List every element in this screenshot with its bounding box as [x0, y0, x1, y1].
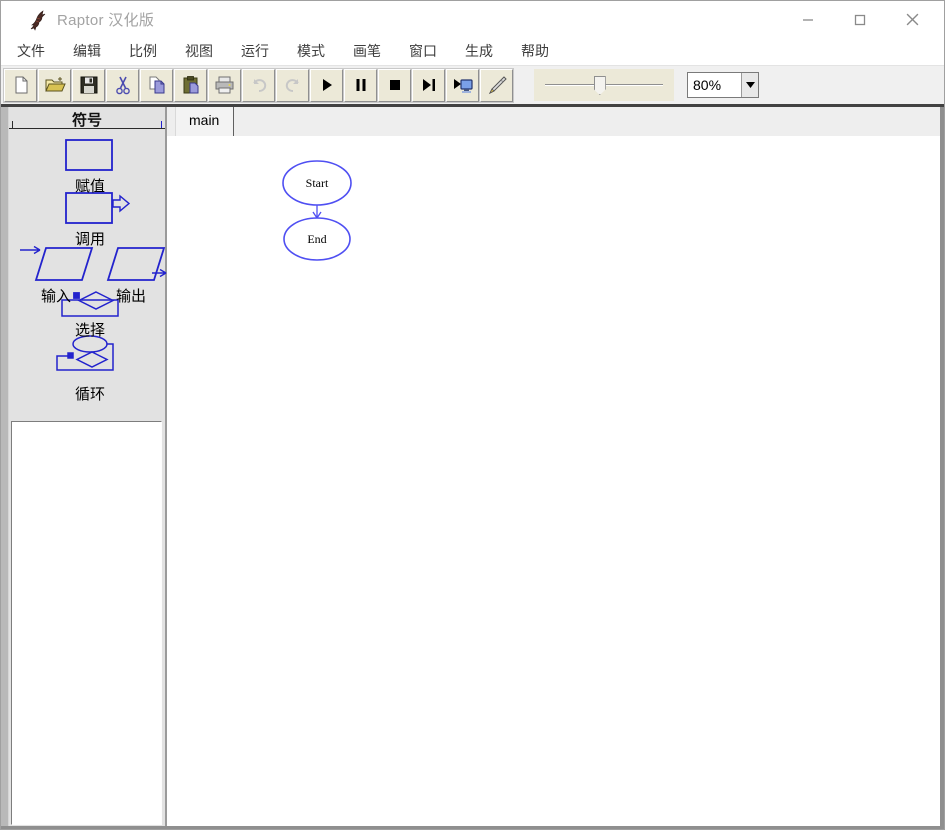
symbols-header-label: 符号 — [71, 112, 102, 129]
chevron-down-icon — [745, 82, 755, 88]
copy-button[interactable] — [139, 67, 174, 103]
step-icon — [422, 79, 435, 91]
menu-view[interactable]: 视图 — [171, 38, 227, 66]
copy-icon — [149, 76, 164, 94]
loop-symbol[interactable] — [56, 335, 114, 371]
undo-button[interactable] — [241, 67, 276, 103]
new-button[interactable] — [3, 67, 38, 103]
run-to-end-icon — [453, 79, 473, 93]
window-right-edge — [940, 107, 944, 829]
step-button[interactable] — [411, 67, 446, 103]
redo-button[interactable] — [275, 67, 310, 103]
input-arrow-icon — [20, 245, 41, 255]
toolbar-gap2 — [674, 85, 687, 86]
app-window: Raptor 汉化版 文件 编辑 比例 视图 运行 模式 画笔 窗口 生成 帮助 — [0, 0, 945, 830]
menu-mode[interactable]: 模式 — [283, 38, 339, 66]
pen-icon — [488, 76, 507, 95]
pen-button[interactable] — [479, 67, 514, 103]
window-controls — [782, 1, 938, 38]
flow-connector-arrow — [312, 205, 322, 219]
maximize-button[interactable] — [834, 1, 886, 38]
window-left-edge — [1, 107, 9, 829]
output-label: 输出 — [115, 288, 146, 305]
stop-icon — [389, 80, 400, 90]
paste-clipboard-icon — [183, 76, 198, 94]
symbols-sidebar: 符号 赋值 调用 输入 输出 选择 循环 — [9, 107, 167, 829]
stop-button[interactable] — [377, 67, 412, 103]
input-symbol[interactable] — [34, 247, 94, 281]
close-icon — [906, 13, 918, 26]
menu-file[interactable]: 文件 — [3, 38, 59, 66]
pause-icon — [356, 79, 365, 91]
zoom-slider[interactable] — [534, 69, 674, 101]
menu-bar: 文件 编辑 比例 视图 运行 模式 画笔 窗口 生成 帮助 — [1, 38, 944, 65]
open-button[interactable] — [37, 67, 72, 103]
paste-button[interactable] — [173, 67, 208, 103]
header-rule-tick-right — [161, 121, 162, 128]
window-title: Raptor 汉化版 — [57, 12, 155, 29]
call-symbol[interactable] — [65, 192, 113, 224]
zoom-combobox[interactable]: 80% — [687, 72, 759, 98]
minimize-button[interactable] — [782, 1, 834, 38]
menu-generate[interactable]: 生成 — [451, 38, 507, 66]
loop-label: 循环 — [74, 386, 105, 403]
start-node-label: Start — [306, 176, 329, 190]
toolbar-gap — [514, 85, 534, 86]
flowchart-canvas[interactable]: Start End — [167, 136, 940, 829]
menu-pen[interactable]: 画笔 — [339, 38, 395, 66]
menu-edit[interactable]: 编辑 — [59, 38, 115, 66]
close-button[interactable] — [886, 1, 938, 38]
selection-label: 选择 — [74, 322, 105, 339]
assignment-symbol[interactable] — [65, 139, 113, 171]
save-floppy-icon — [80, 76, 97, 94]
open-folder-icon — [44, 77, 66, 92]
assignment-label: 赋值 — [74, 178, 105, 195]
menu-scale[interactable]: 比例 — [115, 38, 171, 66]
watch-panel — [11, 421, 162, 825]
raptor-logo-icon — [30, 9, 46, 31]
pause-button[interactable] — [343, 67, 378, 103]
call-arrow-icon — [112, 194, 131, 213]
window-bottom-edge — [1, 826, 944, 829]
minimize-icon — [803, 18, 813, 21]
zoom-value[interactable]: 80% — [688, 73, 741, 97]
print-icon — [215, 76, 234, 94]
run-button[interactable] — [309, 67, 344, 103]
menu-help[interactable]: 帮助 — [507, 38, 563, 66]
menu-window[interactable]: 窗口 — [395, 38, 451, 66]
tab-main[interactable]: main — [175, 107, 235, 136]
cut-button[interactable] — [105, 67, 140, 103]
redo-icon — [285, 79, 299, 92]
end-node-label: End — [307, 232, 326, 246]
run-to-end-button[interactable] — [445, 67, 480, 103]
save-button[interactable] — [71, 67, 106, 103]
call-label: 调用 — [74, 231, 105, 248]
content-area: 符号 赋值 调用 输入 输出 选择 循环 main Start End — [1, 104, 944, 829]
cut-scissors-icon — [115, 76, 130, 95]
toolbar: 80% — [1, 65, 944, 104]
canvas-area: main Start End — [167, 107, 940, 829]
title-bar: Raptor 汉化版 — [1, 1, 944, 38]
print-button[interactable] — [207, 67, 242, 103]
flowchart: Start End — [282, 160, 352, 261]
input-label: 输入 — [40, 288, 71, 305]
zoom-dropdown-button[interactable] — [741, 73, 758, 97]
output-symbol[interactable] — [106, 247, 166, 281]
header-rule-tick-left — [12, 121, 13, 128]
maximize-icon — [854, 14, 866, 25]
undo-icon — [252, 79, 266, 92]
run-play-icon — [322, 79, 332, 91]
zoom-slider-thumb[interactable] — [593, 76, 606, 95]
tab-strip: main — [167, 107, 940, 136]
new-file-icon — [15, 76, 27, 94]
symbols-header: 符号 — [9, 107, 165, 129]
output-arrow-icon — [152, 268, 167, 278]
symbol-shapes — [20, 139, 167, 371]
menu-run[interactable]: 运行 — [227, 38, 283, 66]
